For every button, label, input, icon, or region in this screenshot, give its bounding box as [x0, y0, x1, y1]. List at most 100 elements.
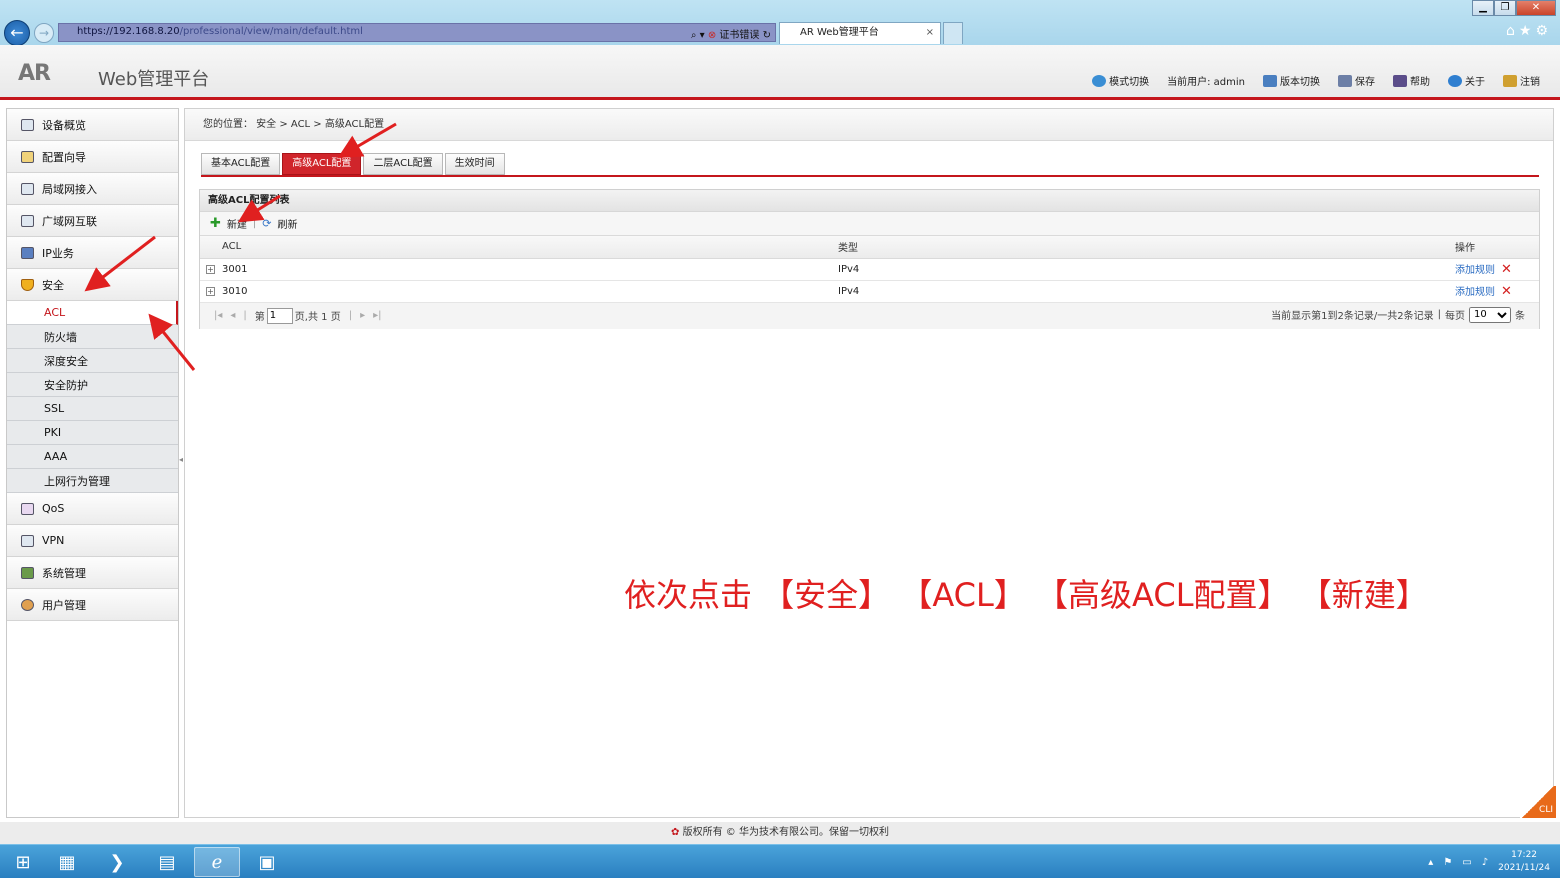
tab-underline [201, 175, 1539, 177]
sidebar-item-ip-service[interactable]: IP业务 [7, 237, 178, 269]
add-rule-link[interactable]: 添加规则 [1455, 287, 1495, 298]
lan-access-icon [21, 182, 34, 195]
new-button[interactable]: 新建 [227, 216, 247, 231]
cert-error-icon[interactable]: ⊗ [708, 30, 716, 41]
gear-icon[interactable]: ⚙ [1535, 23, 1552, 39]
tab-effective-time[interactable]: 生效时间 [444, 153, 505, 175]
acl-type: IPv4 [838, 280, 1455, 303]
sidebar-item-device-overview[interactable]: 设备概览 [7, 109, 178, 141]
system-mgmt-icon [21, 566, 34, 579]
search-icon[interactable]: ⌕ ▾ [691, 30, 708, 41]
save-button[interactable]: 保存 [1338, 73, 1375, 88]
prev-page-icon[interactable]: ◂ [230, 310, 235, 321]
internet-explorer-icon[interactable]: ℯ [194, 847, 240, 877]
first-page-icon[interactable]: |◂ [214, 310, 222, 321]
clock[interactable]: 17:22 2021/11/24 [1498, 849, 1550, 875]
tab-basic-acl[interactable]: 基本ACL配置 [201, 153, 281, 175]
sidebar-subitem-ssl[interactable]: SSL [7, 397, 178, 421]
system-tray: ▴ ⚑ ▭ ♪ 17:22 2021/11/24 [1428, 849, 1550, 875]
windows-start-icon[interactable]: ⊞ [0, 847, 46, 877]
sidebar-subitem-acl[interactable]: ACL [7, 301, 178, 325]
server-manager-icon[interactable]: ▦ [44, 847, 90, 877]
huawei-logo-icon: ✿ [671, 827, 680, 838]
expand-col-header [200, 236, 222, 259]
browser-tab[interactable]: AR Web管理平台 × [779, 22, 941, 44]
cert-error-text[interactable]: 证书错误 [719, 30, 759, 41]
tab-title: AR Web管理平台 [800, 27, 879, 38]
add-rule-link[interactable]: 添加规则 [1455, 265, 1495, 276]
header-toolbar: 模式切换 当前用户: admin 版本切换 保存 帮助 关于 注销 [1092, 73, 1540, 88]
back-icon[interactable]: ← [4, 20, 30, 46]
pager-separator: | [243, 310, 247, 321]
sidebar-subitem-security-protection[interactable]: 安全防护 [7, 373, 178, 397]
sidebar-subitem-pki[interactable]: PKI [7, 421, 178, 445]
refresh-icon[interactable]: ↻ [763, 30, 771, 41]
sidebar-item-wan-interconnect[interactable]: 广域网互联 [7, 205, 178, 237]
address-url: https://192.168.8.20/professional/view/m… [77, 26, 363, 37]
expand-icon[interactable]: + [206, 286, 215, 296]
save-icon [1338, 74, 1352, 87]
wan-icon [21, 214, 34, 227]
sidebar-item-config-wizard[interactable]: 配置向导 [7, 141, 178, 173]
refresh-icon[interactable]: ⟳ [262, 217, 271, 230]
qos-icon [21, 502, 34, 515]
mode-switch-button[interactable]: 模式切换 [1092, 73, 1149, 88]
address-bar[interactable]: https://192.168.8.20/professional/view/m… [58, 23, 776, 42]
cmd-icon[interactable]: ▣ [244, 847, 290, 877]
tab-advanced-acl[interactable]: 高级ACL配置 [282, 153, 362, 175]
help-button[interactable]: 帮助 [1393, 73, 1430, 88]
home-icon[interactable]: ⌂ [1506, 23, 1519, 39]
sidebar-subitem-aaa[interactable]: AAA [7, 445, 178, 469]
address-tools: ⌕ ▾ ⊗ 证书错误 ↻ [691, 26, 771, 41]
minimize-button[interactable]: ▁ [1472, 0, 1494, 16]
panel-title: 高级ACL配置列表 [200, 190, 1539, 212]
sidebar-item-user-mgmt[interactable]: 用户管理 [7, 589, 178, 621]
pager-separator: | [348, 310, 353, 321]
page-footer: ✿ 版权所有 © 华为技术有限公司。保留一切权利 [0, 822, 1560, 844]
plus-icon[interactable]: ✚ [210, 216, 221, 231]
about-button[interactable]: 关于 [1448, 73, 1485, 88]
cli-button[interactable]: CLI [1520, 786, 1556, 818]
delete-icon[interactable]: ✕ [1501, 284, 1512, 299]
next-page-icon[interactable]: ▸ [360, 310, 365, 321]
col-type-header: 类型 [838, 236, 1455, 259]
volume-icon[interactable]: ♪ [1482, 857, 1488, 868]
file-explorer-icon[interactable]: ▤ [144, 847, 190, 877]
page-number-input[interactable] [266, 307, 293, 324]
shield-icon [21, 278, 34, 291]
per-page-select[interactable]: 10 [1469, 306, 1511, 323]
sidebar-subitem-firewall[interactable]: 防火墙 [7, 325, 178, 349]
tab-layer2-acl[interactable]: 二层ACL配置 [363, 153, 443, 175]
delete-icon[interactable]: ✕ [1501, 262, 1512, 277]
close-window-button[interactable]: ✕ [1516, 0, 1556, 16]
powershell-icon[interactable]: ❯ [94, 847, 140, 877]
page-prefix: 第 [254, 312, 265, 323]
version-switch-icon [1263, 74, 1277, 87]
page-suffix: 页,共 1 页 [294, 312, 341, 323]
version-switch-button[interactable]: 版本切换 [1263, 73, 1320, 88]
config-wizard-icon [21, 150, 34, 163]
record-summary: 当前显示第1到2条记录/一共2条记录 [1271, 311, 1434, 322]
refresh-button[interactable]: 刷新 [278, 216, 298, 231]
sidebar-item-system-mgmt[interactable]: 系统管理 [7, 557, 178, 589]
per-page-label: 每页 [1445, 311, 1465, 322]
flag-icon[interactable]: ⚑ [1443, 857, 1452, 868]
sidebar-subitem-deep-security[interactable]: 深度安全 [7, 349, 178, 373]
forward-icon[interactable]: → [34, 23, 54, 43]
tab-close-icon[interactable]: × [926, 23, 934, 43]
help-icon [1393, 74, 1407, 87]
tray-expand-icon[interactable]: ▴ [1428, 857, 1433, 868]
sidebar-item-vpn[interactable]: VPN [7, 525, 178, 557]
network-icon[interactable]: ▭ [1462, 857, 1471, 868]
last-page-icon[interactable]: ▸| [373, 310, 381, 321]
favorites-icon[interactable]: ★ [1519, 23, 1536, 39]
restore-button[interactable]: ❐ [1494, 0, 1516, 16]
sidebar-subitem-behavior-mgmt[interactable]: 上网行为管理 [7, 469, 178, 493]
sidebar-item-security[interactable]: 安全 [7, 269, 178, 301]
new-tab-button[interactable] [943, 22, 963, 44]
logout-button[interactable]: 注销 [1503, 73, 1540, 88]
sidebar-item-qos[interactable]: QoS [7, 493, 178, 525]
expand-icon[interactable]: + [206, 264, 215, 274]
sidebar-item-lan-access[interactable]: 局域网接入 [7, 173, 178, 205]
ip-service-icon [21, 246, 34, 259]
